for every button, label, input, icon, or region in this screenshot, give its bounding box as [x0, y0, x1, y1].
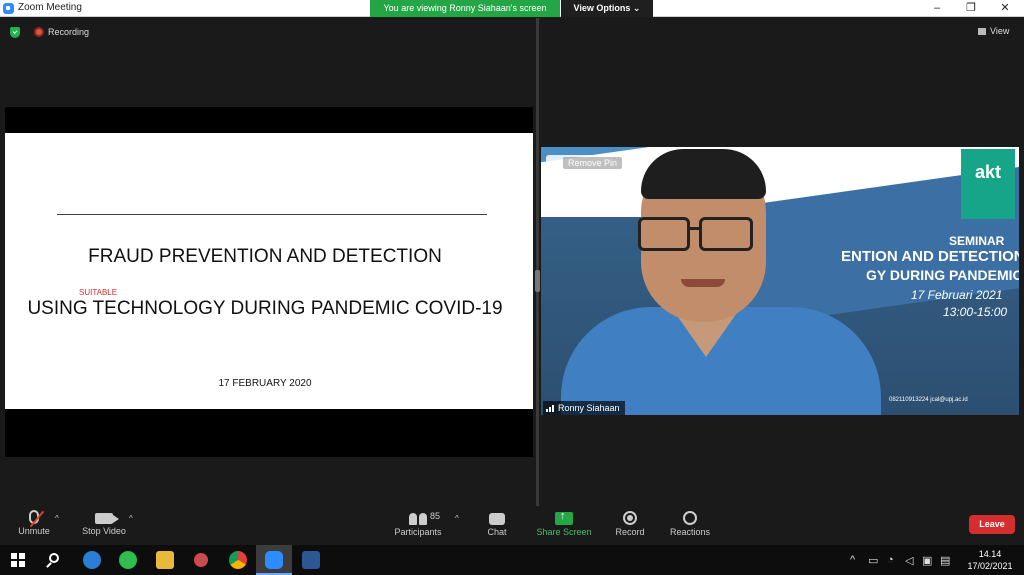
- chat-label: Chat: [487, 527, 507, 537]
- speaker-mouth: [681, 279, 725, 287]
- viewing-screen-banner: You are viewing Ronny Siahaan's screen: [370, 0, 560, 17]
- unmute-label: Unmute: [18, 526, 50, 536]
- grid-icon: [978, 28, 986, 35]
- chat-bubble-icon: [489, 513, 505, 525]
- stop-video-label: Stop Video: [82, 526, 126, 536]
- participant-video[interactable]: akt SEMINAR ENTION AND DETECTION USING G…: [541, 147, 1019, 415]
- slide-annotation: SUITABLE: [79, 288, 118, 297]
- chrome-icon: [229, 551, 247, 569]
- view-options-button[interactable]: View Options ⌄: [561, 0, 653, 17]
- participant-name: Ronny Siahaan: [558, 403, 620, 413]
- participants-options-caret[interactable]: ^: [455, 514, 459, 523]
- start-button[interactable]: [0, 545, 36, 575]
- view-label: View: [990, 26, 1010, 36]
- search-icon: [49, 553, 59, 563]
- minimize-button[interactable]: –: [920, 0, 954, 17]
- banner-time: 13:00-15:00: [943, 305, 1008, 319]
- reactions-button[interactable]: Reactions: [666, 507, 714, 545]
- whatsapp-icon: [119, 551, 137, 569]
- tray-chat-icon[interactable]: ▣: [922, 554, 932, 567]
- participant-name-tag: Ronny Siahaan: [543, 401, 625, 415]
- banner-seminar: SEMINAR: [949, 234, 1005, 248]
- recording-icon: [34, 27, 44, 37]
- view-layout-button[interactable]: View: [978, 26, 1009, 36]
- muted-microphone-icon: [29, 510, 39, 524]
- leave-button[interactable]: Leave: [969, 515, 1015, 534]
- zoom-icon: [265, 551, 283, 569]
- close-button[interactable]: ✕: [988, 0, 1022, 17]
- app-icon: [194, 553, 208, 567]
- presentation-slide: FRAUD PREVENTION AND DETECTION SUITABLE …: [5, 133, 533, 409]
- participants-count: 85: [430, 511, 441, 521]
- record-button[interactable]: Record: [610, 507, 650, 545]
- taskbar-file-explorer[interactable]: [147, 545, 183, 575]
- glasses-right-lens: [699, 217, 753, 251]
- tray-expand-icon[interactable]: ^: [850, 554, 855, 566]
- slide-date: 17 FEBRUARY 2020: [218, 378, 312, 389]
- unmute-button[interactable]: Unmute: [12, 507, 56, 545]
- folder-icon: [156, 551, 174, 569]
- window-title: Zoom Meeting: [18, 2, 82, 13]
- tray-keyboard-icon[interactable]: ▤: [940, 554, 950, 567]
- zoom-meeting-window: Zoom Meeting – ❐ ✕ You are viewing Ronny…: [0, 0, 1024, 575]
- banner-line2: GY DURING PANDEMIC COVID-19: [866, 267, 1019, 283]
- taskbar-whatsapp[interactable]: [110, 545, 146, 575]
- word-icon: [302, 551, 320, 569]
- split-drag-handle[interactable]: [535, 270, 540, 292]
- banner-line1: ENTION AND DETECTION USING: [841, 248, 1019, 265]
- banner-contact: 082110913224 jcal@upj.ac.id: [889, 397, 968, 403]
- windows-logo-icon: [11, 553, 25, 567]
- akt-logo: akt: [961, 149, 1015, 219]
- taskbar-clock[interactable]: 14.14 17/02/2021: [962, 548, 1018, 572]
- zoom-app-icon: [3, 3, 14, 14]
- slide-divider-line: [57, 214, 487, 215]
- share-screen-icon: [555, 510, 573, 525]
- taskbar-zoom[interactable]: [256, 545, 292, 575]
- taskbar-chrome[interactable]: [220, 545, 256, 575]
- video-camera-icon: [95, 513, 119, 524]
- participants-label: Participants: [394, 527, 442, 537]
- smiley-icon: [683, 511, 697, 525]
- windows-taskbar: ^ ▭ ◔ ◁ ▣ ▤ 14.14 17/02/2021: [0, 545, 1024, 575]
- tray-network-icon[interactable]: ▭: [868, 554, 878, 567]
- tray-wifi-icon[interactable]: ◔: [887, 554, 894, 566]
- share-screen-button[interactable]: Share Screen: [534, 507, 594, 545]
- slide-title-line2: USING TECHNOLOGY DURING PANDEMIC COVID-1…: [27, 298, 503, 319]
- share-screen-label: Share Screen: [536, 527, 592, 537]
- speaker-hair: [641, 149, 766, 199]
- signal-strength-icon: [546, 405, 555, 412]
- glasses-left-lens: [638, 217, 690, 251]
- clock-date: 17/02/2021: [967, 561, 1013, 571]
- split-divider: [536, 18, 539, 506]
- stop-video-button[interactable]: Stop Video: [78, 507, 130, 545]
- clock-time: 14.14: [978, 549, 1002, 559]
- taskbar-app[interactable]: [183, 545, 219, 575]
- slide-title-line1: FRAUD PREVENTION AND DETECTION: [88, 246, 442, 267]
- meeting-toolbar: Unmute ^ Stop Video ^ Participants 85 ^ …: [0, 507, 1024, 545]
- remove-pin-button[interactable]: Remove Pin: [563, 157, 623, 169]
- glasses-bridge: [690, 227, 700, 230]
- chat-button[interactable]: Chat: [480, 507, 514, 545]
- edge-icon: [83, 551, 101, 569]
- taskbar-word[interactable]: [293, 545, 329, 575]
- video-options-caret[interactable]: ^: [129, 514, 133, 523]
- restore-button[interactable]: ❐: [954, 0, 988, 17]
- record-icon: [623, 511, 637, 525]
- encryption-shield-icon[interactable]: [10, 27, 20, 38]
- participants-icon: [409, 513, 427, 525]
- recording-label: Recording: [48, 27, 90, 37]
- record-label: Record: [615, 527, 645, 537]
- taskbar-search-button[interactable]: [37, 545, 73, 575]
- taskbar-edge[interactable]: [74, 545, 110, 575]
- banner-date: 17 Februari 2021: [911, 288, 1003, 302]
- reactions-label: Reactions: [669, 527, 711, 537]
- tray-volume-icon[interactable]: ◁: [905, 554, 913, 567]
- audio-options-caret[interactable]: ^: [55, 514, 59, 523]
